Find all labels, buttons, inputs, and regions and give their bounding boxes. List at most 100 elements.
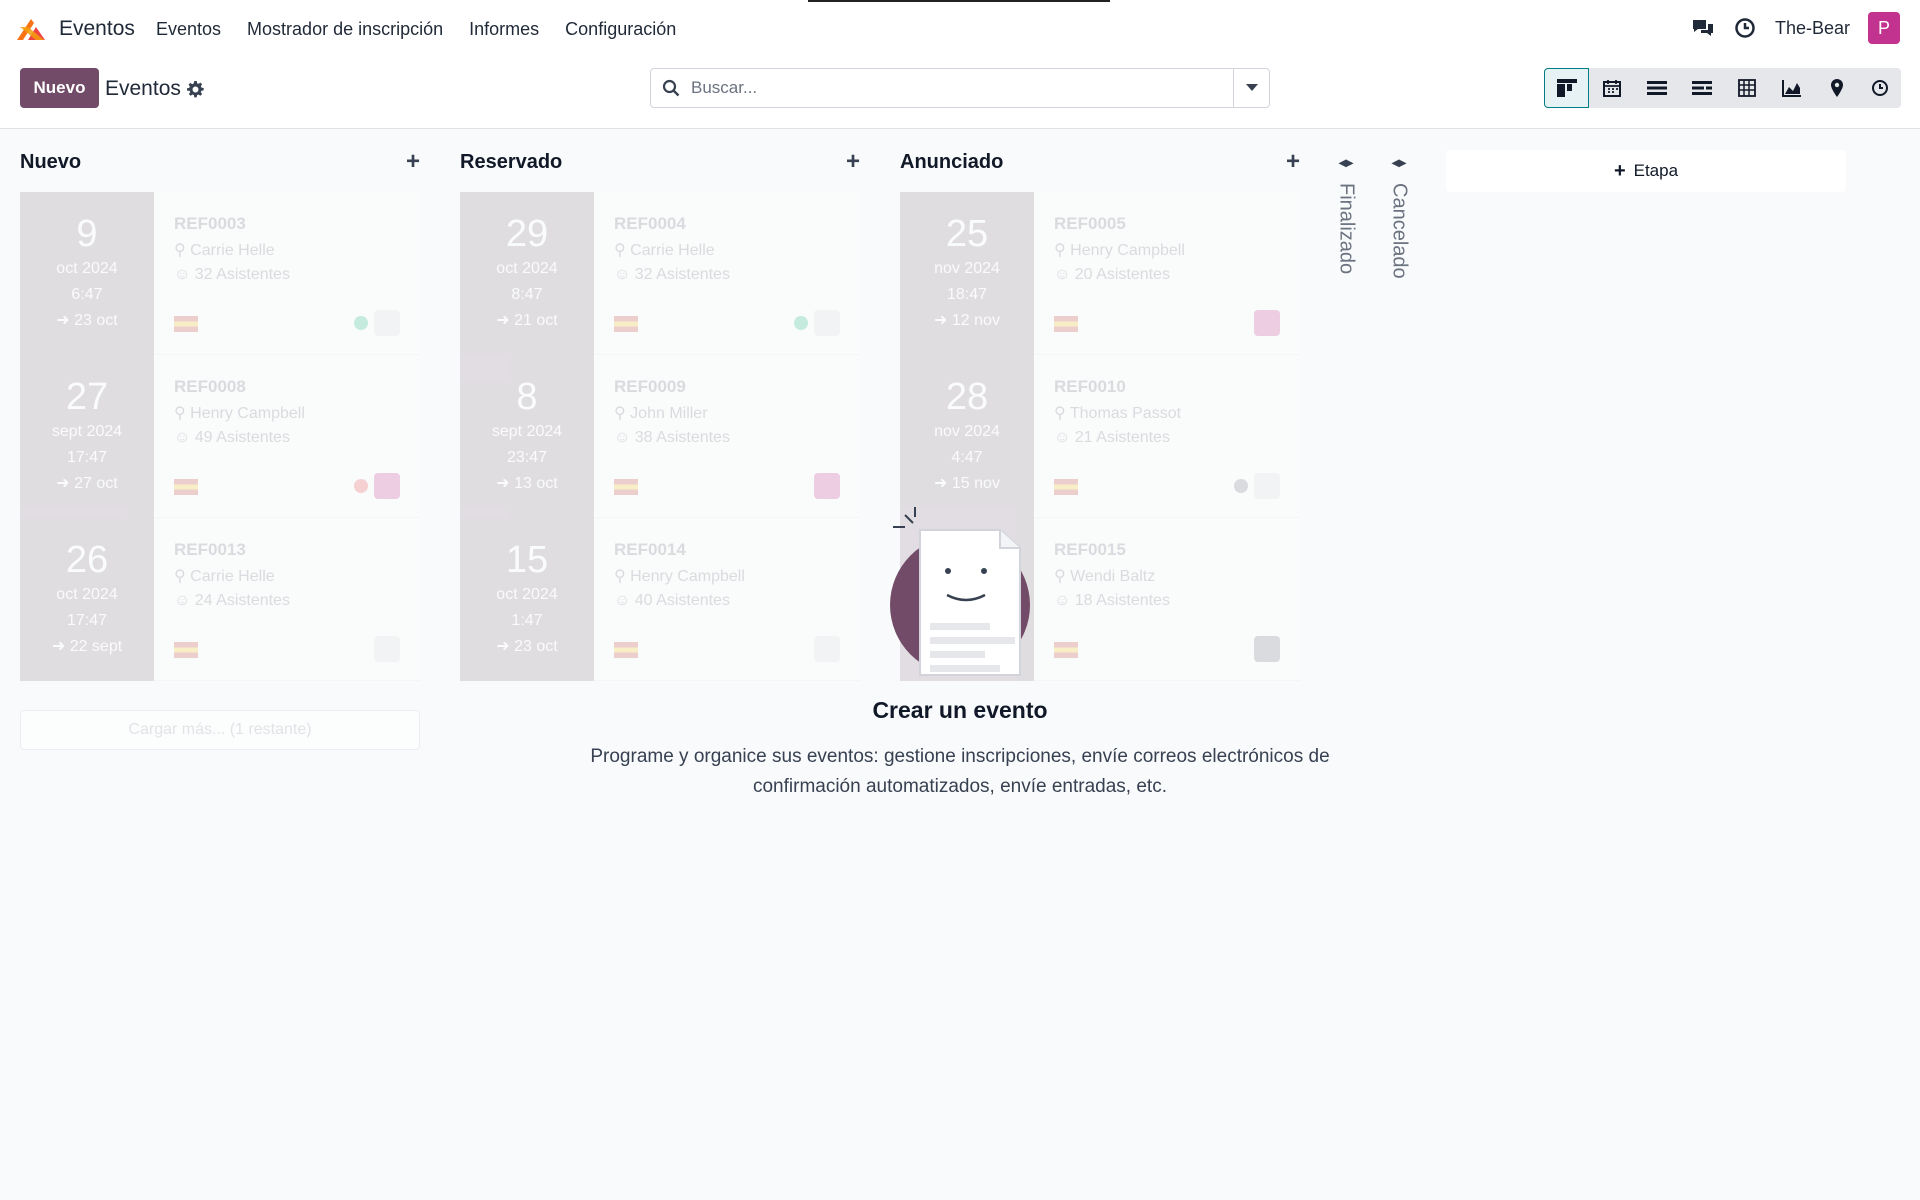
event-end-date: 27 oct: [74, 475, 118, 492]
empty-state-line: Programe y organice sus eventos: gestion…: [590, 746, 1330, 767]
events-app-icon[interactable]: [14, 15, 48, 43]
event-date: 26 oct 2024 17:47 ➜ 22 sept: [20, 518, 154, 681]
event-month: nov 2024: [934, 260, 1000, 277]
event-day: 29: [505, 213, 549, 255]
new-button[interactable]: Nuevo: [20, 68, 99, 108]
gear-icon[interactable]: [186, 80, 204, 98]
event-card[interactable]: 26 oct 2024 17:47 ➜ 22 sept REF0013 ⚲ Ca…: [20, 518, 420, 681]
user-avatar[interactable]: P: [1868, 12, 1900, 44]
event-card[interactable]: 9 oct 2024 6:47 ➜ 23 oct REF0003 ⚲ Carri…: [20, 192, 420, 355]
quick-create-button[interactable]: +: [846, 150, 860, 174]
search-bar: [650, 68, 1270, 108]
map-marker-icon: [1830, 79, 1843, 97]
event-ref: REF0009: [614, 377, 686, 396]
event-attendees: ☺ 38 Asistentes: [614, 429, 730, 446]
folded-column-cancelado[interactable]: ◂▸ Cancelado: [1384, 154, 1414, 279]
status-dot[interactable]: [354, 316, 368, 330]
location-text: Henry Campbell: [190, 405, 305, 422]
location-text: Carrie Helle: [190, 242, 275, 259]
column-title: Reservado: [460, 150, 563, 173]
event-end: ➜ 15 nov: [934, 475, 1000, 492]
calendar-view-button[interactable]: [1589, 68, 1634, 108]
attendees-text: 21 Asistentes: [1074, 429, 1170, 446]
event-day: 27: [65, 376, 109, 418]
event-card[interactable]: 8 sept 2024 23:47 ➜ 13 oct REF0009 ⚲ Joh…: [460, 355, 860, 518]
event-location: ⚲ Carrie Helle: [174, 568, 275, 585]
search-input[interactable]: [691, 78, 1233, 98]
column-header-nuevo: Nuevo +: [20, 150, 420, 174]
event-card[interactable]: 29 oct 2024 8:47 ➜ 21 oct REF0004 ⚲ Carr…: [460, 192, 860, 355]
menu-item-mostrador[interactable]: Mostrador de inscripción: [247, 19, 443, 40]
app-name[interactable]: Eventos: [59, 17, 135, 41]
event-month: oct 2024: [496, 260, 558, 277]
add-stage-button[interactable]: + Etapa: [1446, 150, 1846, 192]
flag-icon: [174, 479, 198, 495]
load-more-button[interactable]: Cargar más... (1 restante): [20, 710, 420, 750]
column-header-anunciado: Anunciado +: [900, 150, 1300, 174]
event-card[interactable]: 28 nov 2024 4:47 ➜ 15 nov REF0010 ⚲ Thom…: [900, 355, 1300, 518]
event-location: ⚲ Thomas Passot: [1054, 405, 1182, 422]
area-chart-icon: [1781, 80, 1801, 97]
menu-item-configuracion[interactable]: Configuración: [565, 19, 676, 40]
event-location: ⚲ Henry Campbell: [174, 405, 305, 422]
event-time: 18:47: [946, 286, 988, 303]
event-date: 27 sept 2024 17:47 ➜ 27 oct: [20, 355, 154, 518]
plus-icon: +: [1613, 159, 1626, 182]
status-dot[interactable]: [794, 316, 808, 330]
event-end-date: 15 nov: [951, 475, 1000, 492]
chat-icon[interactable]: [1691, 16, 1715, 40]
event-end-date: 21 oct: [514, 312, 558, 329]
location-text: Carrie Helle: [190, 568, 275, 585]
column-title: Anunciado: [900, 150, 1004, 173]
event-time: 17:47: [66, 612, 108, 629]
attendees-text: 32 Asistentes: [634, 266, 730, 283]
event-card[interactable]: 25 nov 2024 18:47 ➜ 12 nov REF0005 ⚲ Hen…: [900, 192, 1300, 355]
attendees-text: 38 Asistentes: [634, 429, 730, 446]
quick-create-button[interactable]: +: [1286, 150, 1300, 174]
event-location: ⚲ Carrie Helle: [174, 242, 275, 259]
user-avatar: [1254, 310, 1280, 336]
list-view-button[interactable]: [1634, 68, 1679, 108]
event-day: 26: [65, 539, 109, 581]
kanban-icon: [1556, 79, 1577, 97]
event-end: ➜ 22 sept: [51, 638, 123, 655]
graph-view-button[interactable]: [1769, 68, 1814, 108]
menu-item-informes[interactable]: Informes: [469, 19, 539, 40]
attendees-text: 20 Asistentes: [1074, 266, 1170, 283]
user-avatar: [374, 473, 400, 499]
expand-icon[interactable]: ◂▸: [1339, 154, 1353, 171]
user-avatar: [1254, 473, 1280, 499]
gantt-icon: [1691, 81, 1712, 95]
event-time: 6:47: [71, 286, 103, 303]
quick-create-button[interactable]: +: [406, 150, 420, 174]
pivot-view-button[interactable]: [1724, 68, 1769, 108]
card-body: REF0010 ⚲ Thomas Passot ☺ 21 Asistentes: [1034, 355, 1300, 518]
status-dot[interactable]: [354, 479, 368, 493]
expand-icon[interactable]: ◂▸: [1392, 154, 1406, 171]
flag-icon: [1054, 316, 1078, 332]
flag-icon: [1054, 479, 1078, 495]
event-card[interactable]: 27 sept 2024 17:47 ➜ 27 oct REF0008 ⚲ He…: [20, 355, 420, 518]
activity-view-button[interactable]: [1859, 68, 1901, 108]
user-avatar: [374, 310, 400, 336]
gantt-view-button[interactable]: [1679, 68, 1724, 108]
event-month: oct 2024: [56, 586, 118, 603]
event-location: ⚲ Carrie Helle: [614, 242, 715, 259]
status-dot[interactable]: [1234, 479, 1248, 493]
search-options-toggle[interactable]: [1233, 69, 1269, 107]
folded-column-finalizado[interactable]: ◂▸ Finalizado: [1331, 154, 1361, 274]
event-end: ➜ 23 oct: [56, 312, 118, 329]
user-name[interactable]: The-Bear: [1775, 18, 1850, 39]
caret-down-icon: [1245, 84, 1258, 91]
clock-icon[interactable]: [1733, 16, 1757, 40]
kanban-view-button[interactable]: [1544, 68, 1589, 108]
event-end: ➜ 13 oct: [496, 475, 558, 492]
map-view-button[interactable]: [1814, 68, 1859, 108]
table-icon: [1737, 79, 1756, 97]
card-body: REF0008 ⚲ Henry Campbell ☺ 49 Asistentes: [154, 355, 420, 518]
event-location: ⚲ John Miller: [614, 405, 708, 422]
menu-item-eventos[interactable]: Eventos: [156, 19, 221, 40]
location-text: John Miller: [630, 405, 708, 422]
event-end: ➜ 12 nov: [934, 312, 1000, 329]
event-end-date: 12 nov: [951, 312, 1000, 329]
